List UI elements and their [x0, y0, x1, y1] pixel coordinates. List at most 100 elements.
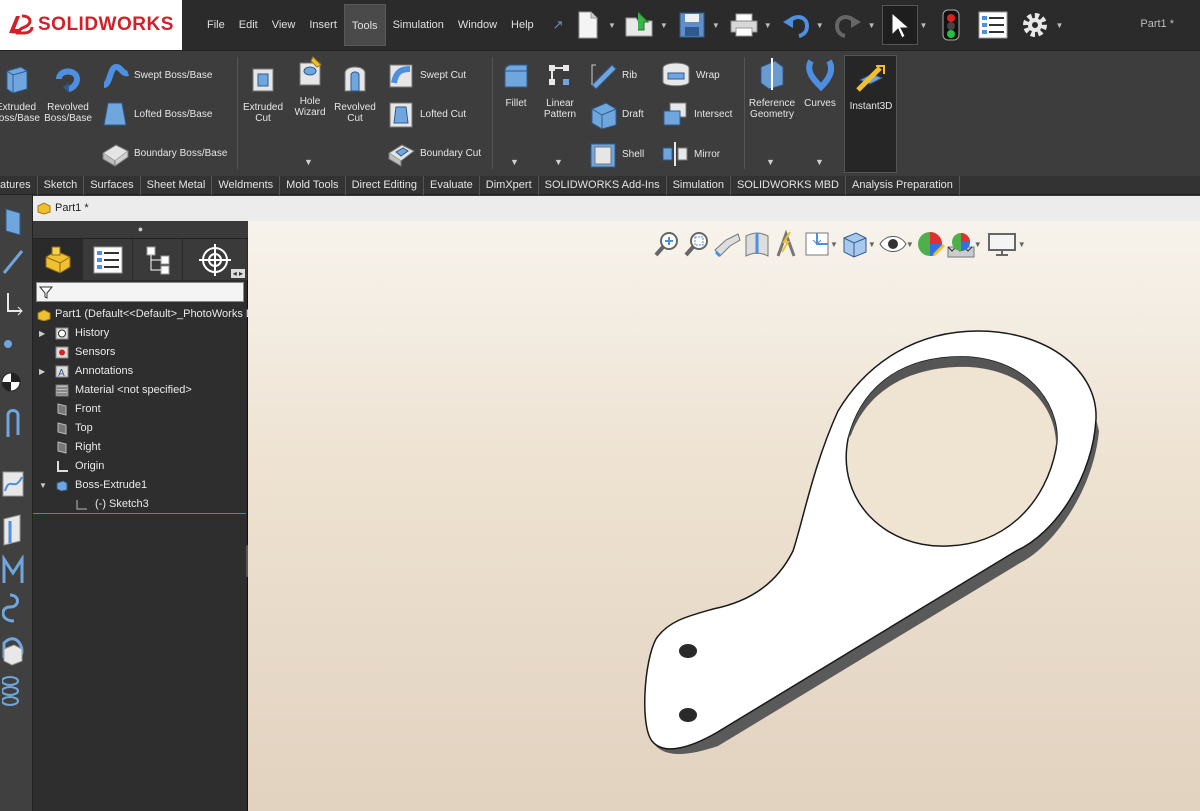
tab-sketch[interactable]: Sketch [38, 176, 85, 195]
print-button[interactable] [726, 5, 762, 45]
chevron-down-icon[interactable]: ▼ [816, 21, 824, 30]
menu-tools[interactable]: Tools [343, 4, 386, 46]
extruded-boss-button[interactable]: Extruded Boss/Base [0, 63, 40, 124]
wrap-button[interactable]: Wrap [660, 61, 720, 89]
panel-grip[interactable]: ● [33, 221, 248, 239]
paperclip-icon[interactable] [2, 407, 24, 443]
section-view-icon[interactable] [2, 513, 24, 547]
axis-icon[interactable] [2, 291, 24, 319]
curves-button[interactable]: Curves [800, 57, 840, 109]
expand-arrow-icon[interactable]: ▶ [39, 362, 45, 381]
chevron-down-icon[interactable]: ▼ [920, 21, 928, 30]
tree-root[interactable]: Part1 (Default<<Default>_PhotoWorks D [33, 305, 248, 324]
select-button[interactable] [881, 5, 918, 45]
tab-direct-editing[interactable]: Direct Editing [346, 176, 424, 195]
chevron-down-icon[interactable]: ▼ [608, 21, 616, 30]
tab-features[interactable]: atures [0, 176, 38, 195]
boundary-cut-button[interactable]: Boundary Cut [386, 139, 481, 167]
tree-item-origin[interactable]: Origin [33, 457, 248, 476]
draft-button[interactable]: Draft [588, 99, 644, 129]
rib-button[interactable]: Rib [588, 61, 637, 89]
options-button[interactable] [1017, 5, 1053, 45]
chevron-down-icon[interactable]: ▼ [1055, 21, 1063, 30]
tree-item-right-plane[interactable]: Right [33, 438, 248, 457]
point-icon[interactable] [2, 333, 24, 355]
extruded-cut-button[interactable]: Extruded Cut [240, 63, 286, 124]
boundary-boss-button[interactable]: Boundary Boss/Base [100, 139, 227, 167]
helix-icon[interactable] [2, 673, 24, 709]
graphics-area[interactable]: ▼ ▼ ▼ ▼ ▼ [248, 221, 1200, 811]
collapse-arrow-icon[interactable]: ▼ [39, 476, 47, 495]
menu-view[interactable]: View [265, 4, 303, 46]
tree-item-sensors[interactable]: Sensors [33, 343, 248, 362]
line-icon[interactable] [2, 249, 24, 275]
tree-item-front-plane[interactable]: Front [33, 400, 248, 419]
chevron-down-icon[interactable]: ▼ [304, 157, 313, 167]
curve-graph-icon[interactable] [2, 469, 24, 499]
chevron-down-icon[interactable]: ▼ [815, 157, 824, 167]
tree-item-history[interactable]: ▶ History [33, 324, 248, 343]
tab-scroll-arrows[interactable]: ◂ ▸ [230, 269, 245, 278]
tab-dimxpert[interactable]: DimXpert [480, 176, 539, 195]
m-curve-icon[interactable] [2, 555, 24, 585]
instant3d-button[interactable]: Instant3D [844, 55, 897, 173]
lofted-boss-button[interactable]: Lofted Boss/Base [100, 99, 212, 129]
reference-geometry-button[interactable]: Reference Geometry [748, 57, 796, 120]
chevron-down-icon[interactable]: ▼ [712, 21, 720, 30]
tree-item-annotations[interactable]: ▶ A Annotations [33, 362, 248, 381]
open-button[interactable] [622, 5, 658, 45]
bracket-3d-model[interactable] [248, 221, 1200, 811]
undo-button[interactable] [778, 5, 814, 45]
chevron-down-icon[interactable]: ▼ [764, 21, 772, 30]
chevron-down-icon[interactable]: ▼ [868, 21, 876, 30]
menu-edit[interactable]: Edit [232, 4, 265, 46]
redo-button[interactable] [830, 5, 866, 45]
tree-item-sketch3[interactable]: (-) Sketch3 [33, 495, 248, 514]
tab-solidworks-add-ins[interactable]: SOLIDWORKS Add-Ins [539, 176, 667, 195]
chevron-down-icon[interactable]: ▼ [766, 157, 775, 167]
tab-sheet-metal[interactable]: Sheet Metal [141, 176, 213, 195]
chevron-down-icon[interactable]: ▼ [510, 157, 519, 167]
tab-simulation[interactable]: Simulation [667, 176, 731, 195]
shell-button[interactable]: Shell [588, 139, 644, 169]
menu-window[interactable]: Window [451, 4, 504, 46]
box-icon[interactable] [2, 641, 24, 667]
revolved-cut-button[interactable]: Revolved Cut [332, 63, 378, 124]
chevron-down-icon[interactable]: ▼ [660, 21, 668, 30]
new-document-button[interactable] [570, 5, 606, 45]
menu-insert[interactable]: Insert [302, 4, 344, 46]
menu-file[interactable]: File [200, 4, 232, 46]
tab-evaluate[interactable]: Evaluate [424, 176, 480, 195]
spiral-icon[interactable] [2, 593, 24, 623]
tab-dimxpert-manager[interactable]: ◂ ▸ [183, 239, 248, 280]
center-of-mass-icon[interactable] [2, 369, 24, 395]
intersect-button[interactable]: Intersect [660, 99, 732, 129]
expand-arrow-icon[interactable]: ▶ [39, 324, 45, 343]
tab-weldments[interactable]: Weldments [212, 176, 281, 195]
fillet-button[interactable]: Fillet [498, 61, 534, 109]
tab-solidworks-mbd[interactable]: SOLIDWORKS MBD [731, 176, 847, 195]
tree-filter-input[interactable] [36, 282, 244, 302]
file-properties-button[interactable] [975, 5, 1011, 45]
tab-feature-manager[interactable] [33, 239, 83, 280]
revolved-boss-button[interactable]: Revolved Boss/Base [44, 63, 92, 124]
hole-wizard-button[interactable]: Hole Wizard [288, 55, 332, 118]
tree-item-top-plane[interactable]: Top [33, 419, 248, 438]
lofted-cut-button[interactable]: Lofted Cut [386, 99, 466, 129]
tab-property-manager[interactable] [83, 239, 133, 280]
swept-boss-button[interactable]: Swept Boss/Base [100, 61, 212, 89]
tab-surfaces[interactable]: Surfaces [84, 176, 141, 195]
chevron-down-icon[interactable]: ▼ [554, 157, 563, 167]
tab-mold-tools[interactable]: Mold Tools [280, 176, 346, 195]
sketch-plane-icon[interactable] [2, 205, 24, 239]
tab-configuration-manager[interactable] [133, 239, 183, 280]
tree-item-material[interactable]: Material <not specified> [33, 381, 248, 400]
pin-icon[interactable]: ↗ [553, 17, 564, 33]
tree-item-boss-extrude1[interactable]: ▼ Boss-Extrude1 [33, 476, 248, 495]
linear-pattern-button[interactable]: Linear Pattern [538, 61, 582, 120]
tab-analysis-preparation[interactable]: Analysis Preparation [846, 176, 960, 195]
solidworks-logo[interactable]: SOLIDWORKS [0, 0, 182, 50]
menu-help[interactable]: Help [504, 4, 541, 46]
rebuild-button[interactable] [933, 5, 969, 45]
menu-simulation[interactable]: Simulation [386, 4, 451, 46]
